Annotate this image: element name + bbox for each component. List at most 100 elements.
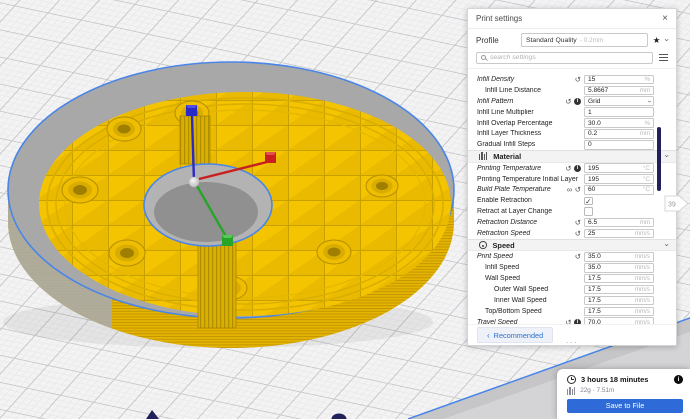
marker-label: 39 (668, 202, 676, 209)
close-icon[interactable]: × (662, 14, 668, 24)
setting-input[interactable]: 195°C (584, 174, 654, 184)
recommended-button[interactable]: ‹ Recommended (477, 327, 553, 343)
setting-row: Infill Speed35.0mm/s (468, 262, 676, 273)
reset-icon[interactable]: ↺ (575, 186, 581, 193)
setting-row: Top/Bottom Speed17.5mm/s (468, 306, 676, 317)
setting-icons: ∞↺ (567, 186, 581, 193)
model-disc[interactable] (8, 62, 454, 348)
setting-value-slot: 35.0mm/s (584, 263, 654, 273)
save-to-file-button[interactable]: Save to File (567, 399, 683, 413)
setting-input[interactable]: 17.5mm/s (584, 296, 654, 306)
setting-label: Infill Overlap Percentage (477, 120, 584, 127)
setting-label: Print Speed (477, 253, 575, 260)
cursor-artifact (146, 410, 159, 419)
chevron-down-icon: › (664, 244, 670, 247)
setting-dropdown[interactable]: Grid› (584, 96, 654, 106)
setting-value-slot: 0.2mm (584, 129, 654, 139)
profile-select[interactable]: Standard Quality - 0.2mm (521, 33, 648, 47)
model-slot-bottom (198, 236, 236, 328)
setting-input[interactable]: 5.8667mm (584, 86, 654, 96)
profile-row: Profile Standard Quality - 0.2mm ★ › (468, 29, 676, 49)
settings-menu-icon[interactable] (659, 54, 668, 61)
setting-input[interactable]: 1 (584, 107, 654, 117)
setting-unit: % (644, 76, 650, 83)
axis-z-handle[interactable] (186, 105, 197, 116)
category-header-speed[interactable]: Speed› (468, 239, 676, 252)
reset-icon[interactable]: ↺ (575, 219, 581, 226)
setting-input[interactable]: 6.5mm (584, 218, 654, 228)
setting-input[interactable]: 0.2mm (584, 129, 654, 139)
panel-footer: ‹ Recommended ··· (468, 324, 676, 345)
setting-value-slot: 1 (584, 107, 654, 117)
search-input[interactable]: search settings (476, 52, 653, 64)
back-arrow-icon: ‹ (487, 331, 490, 340)
resize-handle[interactable]: ··· (566, 338, 579, 347)
setting-icons: ↺i (565, 165, 581, 172)
reset-icon[interactable]: ↺ (575, 253, 581, 260)
link-icon[interactable]: ∞ (567, 186, 572, 193)
panel-header: Print settings × (468, 9, 676, 29)
setting-row: Infill Pattern↺iGrid› (468, 96, 676, 107)
setting-value: 6.5 (588, 219, 640, 226)
setting-label: Inner Wall Speed (494, 297, 584, 304)
setting-value: 30.0 (588, 120, 644, 127)
reset-icon[interactable]: ↺ (575, 76, 581, 83)
setting-unit: % (644, 120, 650, 127)
setting-value: 195 (588, 165, 643, 172)
settings-scrollbar[interactable] (657, 127, 661, 191)
info-icon[interactable]: i (674, 375, 683, 384)
reset-icon[interactable]: ↺ (565, 165, 571, 172)
info-icon[interactable]: i (574, 165, 581, 172)
setting-value-slot: ✓ (584, 197, 654, 206)
setting-label: Retraction Distance (477, 219, 575, 226)
search-icon (481, 55, 486, 60)
setting-label: Infill Speed (485, 264, 584, 271)
setting-input[interactable]: 60°C (584, 185, 654, 195)
setting-unit: mm/s (635, 297, 650, 304)
setting-input[interactable]: 35.0mm/s (584, 263, 654, 273)
setting-input[interactable]: 15% (584, 75, 654, 85)
info-icon[interactable]: i (574, 98, 581, 105)
setting-checkbox[interactable]: ✓ (584, 197, 593, 206)
reset-icon[interactable]: ↺ (565, 98, 571, 105)
setting-row: Infill Line Distance5.8667mm (468, 85, 676, 96)
favorite-star-icon[interactable]: ★ (653, 35, 661, 46)
setting-label: Printing Temperature (477, 165, 565, 172)
setting-input[interactable]: 0 (584, 140, 654, 150)
setting-input[interactable]: 17.5mm/s (584, 285, 654, 295)
setting-value-slot: Grid› (584, 96, 654, 106)
setting-input[interactable]: 195°C (584, 163, 654, 173)
reset-icon[interactable]: ↺ (575, 230, 581, 237)
setting-value: 195 (588, 176, 643, 183)
setting-value: 25 (588, 230, 635, 237)
setting-row: Inner Wall Speed17.5mm/s (468, 295, 676, 306)
setting-value-slot: 17.5mm/s (584, 307, 654, 317)
setting-input[interactable]: 25mm/s (584, 229, 654, 239)
setting-checkbox[interactable] (584, 207, 593, 216)
setting-unit: mm (640, 87, 650, 94)
search-placeholder: search settings (490, 54, 536, 61)
setting-value-slot: 195°C (584, 174, 654, 184)
setting-label: Infill Pattern (477, 98, 565, 105)
gizmo-center-handle[interactable] (189, 177, 199, 187)
axis-x-handle[interactable] (265, 152, 276, 163)
setting-input[interactable]: 30.0% (584, 118, 654, 128)
setting-row: Build Plate Temperature∞↺60°C (468, 185, 676, 196)
axis-y-handle[interactable] (222, 235, 233, 246)
setting-value-slot: 30.0% (584, 118, 654, 128)
setting-label: Wall Speed (485, 275, 584, 282)
setting-input[interactable]: 17.5mm/s (584, 274, 654, 284)
setting-value: 17.5 (588, 308, 635, 315)
setting-value: 17.5 (588, 297, 635, 304)
setting-icons: ↺ (575, 230, 581, 237)
chevron-down-icon[interactable]: › (664, 39, 670, 42)
category-header-material[interactable]: Material› (468, 150, 676, 163)
setting-input[interactable]: 17.5mm/s (584, 307, 654, 317)
setting-value-slot: 17.5mm/s (584, 285, 654, 295)
setting-input[interactable]: 35.0mm/s (584, 252, 654, 262)
setting-value: 15 (588, 76, 644, 83)
setting-row: Enable Retraction✓ (468, 195, 676, 206)
setting-value-slot (584, 207, 654, 216)
material-spool-icon (567, 387, 575, 395)
setting-row: Outer Wall Speed17.5mm/s (468, 284, 676, 295)
